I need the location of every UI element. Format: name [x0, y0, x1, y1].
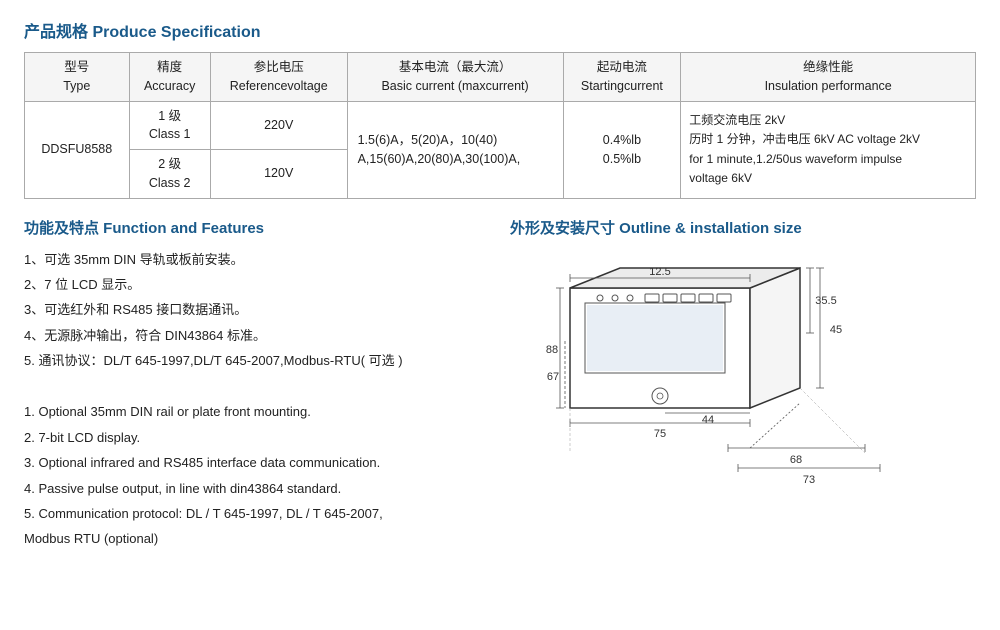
cell-accuracy-1: 1 级Class 1	[129, 101, 210, 150]
col-header-insulation: 绝缘性能Insulation performance	[681, 53, 976, 102]
feature-en-6: Modbus RTU (optional)	[24, 527, 490, 550]
col-header-type: 型号Type	[25, 53, 130, 102]
svg-text:75: 75	[654, 428, 666, 440]
spec-section-title: 产品规格 Produce Specification	[24, 18, 976, 42]
cell-accuracy-2: 2 级Class 2	[129, 150, 210, 199]
outline-diagram: 88 67 12.5 35.5 45	[510, 248, 930, 558]
features-title: 功能及特点 Function and Features	[24, 217, 490, 238]
outline-column: 外形及安装尺寸 Outline & installation size	[510, 217, 976, 558]
feature-cn-5: 5. 通讯协议：DL/T 645-1997,DL/T 645-2007,Modb…	[24, 349, 490, 372]
svg-text:44: 44	[702, 414, 714, 426]
cell-voltage-2: 120V	[210, 150, 347, 199]
feature-cn-2: 2、7 位 LCD 显示。	[24, 273, 490, 296]
svg-text:35.5: 35.5	[815, 295, 836, 307]
feature-en-2: 2. 7-bit LCD display.	[24, 426, 490, 449]
feature-cn-4: 4、无源脉冲输出，符合 DIN43864 标准。	[24, 324, 490, 347]
feature-divider	[24, 382, 490, 394]
feature-cn-1: 1、可选 35mm DIN 导轨或板前安装。	[24, 248, 490, 271]
svg-text:12.5: 12.5	[649, 266, 670, 278]
feature-en-1: 1. Optional 35mm DIN rail or plate front…	[24, 400, 490, 423]
svg-text:68: 68	[790, 454, 802, 466]
feature-cn-3: 3、可选红外和 RS485 接口数据通讯。	[24, 298, 490, 321]
col-header-voltage: 参比电压Referencevoltage	[210, 53, 347, 102]
svg-text:88: 88	[546, 344, 558, 356]
features-list-en: 1. Optional 35mm DIN rail or plate front…	[24, 400, 490, 550]
features-list-cn: 1、可选 35mm DIN 导轨或板前安装。 2、7 位 LCD 显示。 3、可…	[24, 248, 490, 373]
cell-voltage-1: 220V	[210, 101, 347, 150]
svg-text:67: 67	[547, 371, 559, 383]
diagram-container: 88 67 12.5 35.5 45	[510, 248, 930, 558]
cell-starting: 0.4%lb0.5%lb	[563, 101, 681, 198]
cell-current: 1.5(6)A，5(20)A，10(40)A,15(60)A,20(80)A,3…	[347, 101, 563, 198]
cell-insulation: 工频交流电压 2kV 历时 1 分钟，冲击电压 6kV AC voltage 2…	[681, 101, 976, 198]
feature-en-3: 3. Optional infrared and RS485 interface…	[24, 451, 490, 474]
outline-title: 外形及安装尺寸 Outline & installation size	[510, 217, 976, 238]
cell-model: DDSFU8588	[25, 101, 130, 198]
feature-en-5: 5. Communication protocol: DL / T 645-19…	[24, 502, 490, 525]
col-header-starting: 起动电流Startingcurrent	[563, 53, 681, 102]
feature-en-4: 4. Passive pulse output, in line with di…	[24, 477, 490, 500]
bottom-section: 功能及特点 Function and Features 1、可选 35mm DI…	[24, 217, 976, 558]
svg-text:73: 73	[803, 474, 815, 486]
spec-table: 型号Type 精度Accuracy 参比电压Referencevoltage 基…	[24, 52, 976, 199]
col-header-current: 基本电流（最大流）Basic current (maxcurrent)	[347, 53, 563, 102]
features-column: 功能及特点 Function and Features 1、可选 35mm DI…	[24, 217, 510, 558]
svg-text:45: 45	[830, 324, 842, 336]
col-header-accuracy: 精度Accuracy	[129, 53, 210, 102]
